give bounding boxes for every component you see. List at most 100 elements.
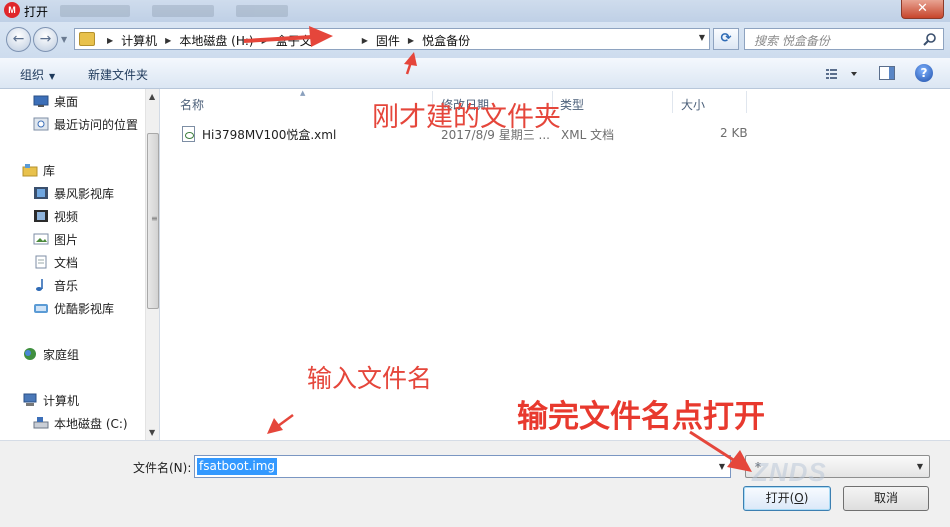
organize-label: 组织 — [20, 68, 45, 82]
computer-icon — [22, 393, 38, 407]
watermark-logo: ZNDS — [740, 440, 900, 490]
library-icon — [22, 163, 38, 177]
sidebar-item-baofeng[interactable]: 暴风影视库 — [0, 183, 145, 203]
back-button[interactable]: ← — [6, 27, 31, 52]
scroll-down-arrow-icon[interactable]: ▼ — [149, 428, 155, 437]
forward-button[interactable]: → — [33, 27, 58, 52]
preview-pane-button[interactable] — [879, 66, 895, 80]
scroll-up-arrow-icon[interactable]: ▲ — [149, 92, 155, 101]
picture-icon — [33, 232, 49, 246]
annotation-open-note: 输完文件名点打开 — [517, 399, 765, 435]
video-library-icon — [33, 186, 49, 200]
video-icon — [33, 209, 49, 223]
file-name: Hi3798MV100悦盒.xml — [202, 128, 337, 142]
breadcrumb-folder-box[interactable]: 盒子文 — [276, 32, 312, 49]
sort-ascending-icon: ▲ — [300, 89, 306, 97]
sidebar-item-desktop[interactable]: 桌面 — [0, 91, 145, 111]
breadcrumb-computer[interactable]: 计算机 — [121, 32, 157, 49]
sidebar-item-label: 本地磁盘 (C:) — [54, 416, 128, 431]
sidebar-item-label: 图片 — [54, 232, 79, 247]
breadcrumb-separator[interactable]: ▶ — [362, 36, 368, 45]
background-window-tabs — [60, 5, 288, 17]
sidebar-item-libraries[interactable]: 库 — [0, 160, 145, 180]
navigation-pane: 桌面 最近访问的位置 库 暴风影视库 视频 图片 文档 音乐 优酷影视库 家庭组… — [0, 89, 160, 440]
help-button[interactable]: ? — [915, 64, 933, 82]
sidebar-item-label: 计算机 — [43, 393, 80, 408]
file-type: XML 文档 — [561, 128, 615, 142]
chevron-down-icon: ▼ — [49, 72, 56, 81]
sidebar-item-computer[interactable]: 计算机 — [0, 390, 145, 410]
sidebar-item-label: 最近访问的位置 — [54, 117, 139, 132]
xml-file-icon — [182, 126, 195, 142]
breadcrumb-separator[interactable]: ▶ — [107, 36, 113, 45]
app-icon: M — [4, 2, 20, 18]
column-header-size[interactable]: 大小 — [681, 96, 705, 113]
sidebar-item-videos[interactable]: 视频 — [0, 206, 145, 226]
filename-input[interactable]: fsatboot.img ▼ — [194, 455, 731, 478]
address-row: ← → ▼ ▶ 计算机 ▶ 本地磁盘 (H:) ▶ 盒子文 ▶ 固件 ▶ 悦盒备… — [0, 22, 950, 58]
open-label: 打开( — [765, 491, 795, 505]
open-label-end: ) — [803, 491, 809, 505]
title-bar: M 打开 ✕ — [0, 0, 950, 22]
search-input[interactable]: 搜索 悦盒备份 — [744, 28, 944, 50]
sidebar-item-documents[interactable]: 文档 — [0, 252, 145, 272]
details-view-icon — [826, 69, 837, 79]
drive-icon — [33, 416, 49, 430]
search-icon[interactable] — [923, 32, 937, 46]
chevron-down-icon[interactable]: ▼ — [719, 462, 725, 471]
annotation-input-note: 输入文件名 — [307, 364, 433, 393]
file-size: 2 KB — [720, 126, 748, 140]
sidebar-item-recent[interactable]: 最近访问的位置 — [0, 114, 145, 134]
watermark-text: ZNDS — [752, 457, 827, 487]
address-bar[interactable]: ▶ 计算机 ▶ 本地磁盘 (H:) ▶ 盒子文 ▶ 固件 ▶ 悦盒备份 ▼ — [74, 28, 710, 50]
breadcrumb-backup[interactable]: 悦盒备份 — [422, 32, 470, 49]
filename-value[interactable]: fsatboot.img — [197, 458, 277, 475]
breadcrumb-drive-h[interactable]: 本地磁盘 (H:) — [179, 32, 253, 49]
sidebar-item-label: 优酷影视库 — [54, 301, 115, 316]
sidebar-item-homegroup[interactable]: 家庭组 — [0, 344, 145, 364]
command-bar: 组织 ▼ 新建文件夹 ? — [0, 58, 950, 89]
refresh-button[interactable]: ⟳ — [713, 28, 739, 50]
folder-icon — [79, 32, 95, 46]
music-icon — [33, 278, 49, 292]
sidebar-item-label: 文档 — [54, 255, 79, 270]
column-divider[interactable] — [746, 91, 747, 113]
sidebar-item-label: 暴风影视库 — [54, 186, 115, 201]
sidebar-item-label: 视频 — [54, 209, 79, 224]
breadcrumb-separator[interactable]: ▶ — [262, 36, 268, 45]
address-dropdown[interactable]: ▼ — [699, 33, 705, 42]
desktop-icon — [33, 94, 49, 108]
sidebar-item-pictures[interactable]: 图片 — [0, 229, 145, 249]
sidebar-item-label: 音乐 — [54, 278, 79, 293]
search-placeholder: 搜索 悦盒备份 — [754, 34, 830, 48]
window-title: 打开 — [24, 5, 49, 19]
sidebar-item-drive-c[interactable]: 本地磁盘 (C:) — [0, 413, 145, 433]
recent-places-icon — [33, 117, 49, 131]
sidebar-item-youku[interactable]: 优酷影视库 — [0, 298, 145, 318]
new-folder-button[interactable]: 新建文件夹 — [88, 66, 148, 83]
organize-menu[interactable]: 组织 ▼ — [20, 66, 55, 83]
column-divider[interactable] — [672, 91, 673, 113]
change-view-button[interactable] — [824, 66, 860, 82]
sidebar-item-label: 库 — [43, 163, 56, 178]
open-accelerator-key: O — [794, 491, 804, 505]
file-list: ▲ 名称 修改日期 类型 大小 Hi3798MV100悦盒.xml 2017/8… — [160, 89, 950, 440]
filename-label: 文件名(N): — [133, 461, 192, 475]
video-library-icon — [33, 301, 49, 315]
column-header-type[interactable]: 类型 — [560, 96, 584, 113]
document-icon — [33, 255, 49, 269]
column-header-name[interactable]: 名称 — [180, 96, 204, 113]
scrollbar-thumb[interactable]: ≡ — [147, 133, 159, 309]
breadcrumb-separator[interactable]: ▶ — [165, 36, 171, 45]
breadcrumb-firmware[interactable]: 固件 — [376, 32, 400, 49]
homegroup-icon — [22, 347, 38, 361]
sidebar-item-music[interactable]: 音乐 — [0, 275, 145, 295]
breadcrumb-separator[interactable]: ▶ — [408, 36, 414, 45]
sidebar-scrollbar[interactable]: ▲ ≡ ▼ — [145, 89, 159, 440]
breadcrumb: ▶ 计算机 ▶ 本地磁盘 (H:) ▶ 盒子文 ▶ 固件 ▶ 悦盒备份 — [99, 32, 470, 49]
sidebar-item-label: 家庭组 — [43, 347, 80, 362]
chevron-down-icon[interactable]: ▼ — [917, 462, 923, 471]
recent-pages-dropdown[interactable]: ▼ — [61, 35, 67, 44]
sidebar-item-label: 桌面 — [54, 94, 79, 109]
close-button[interactable]: ✕ — [901, 0, 944, 19]
